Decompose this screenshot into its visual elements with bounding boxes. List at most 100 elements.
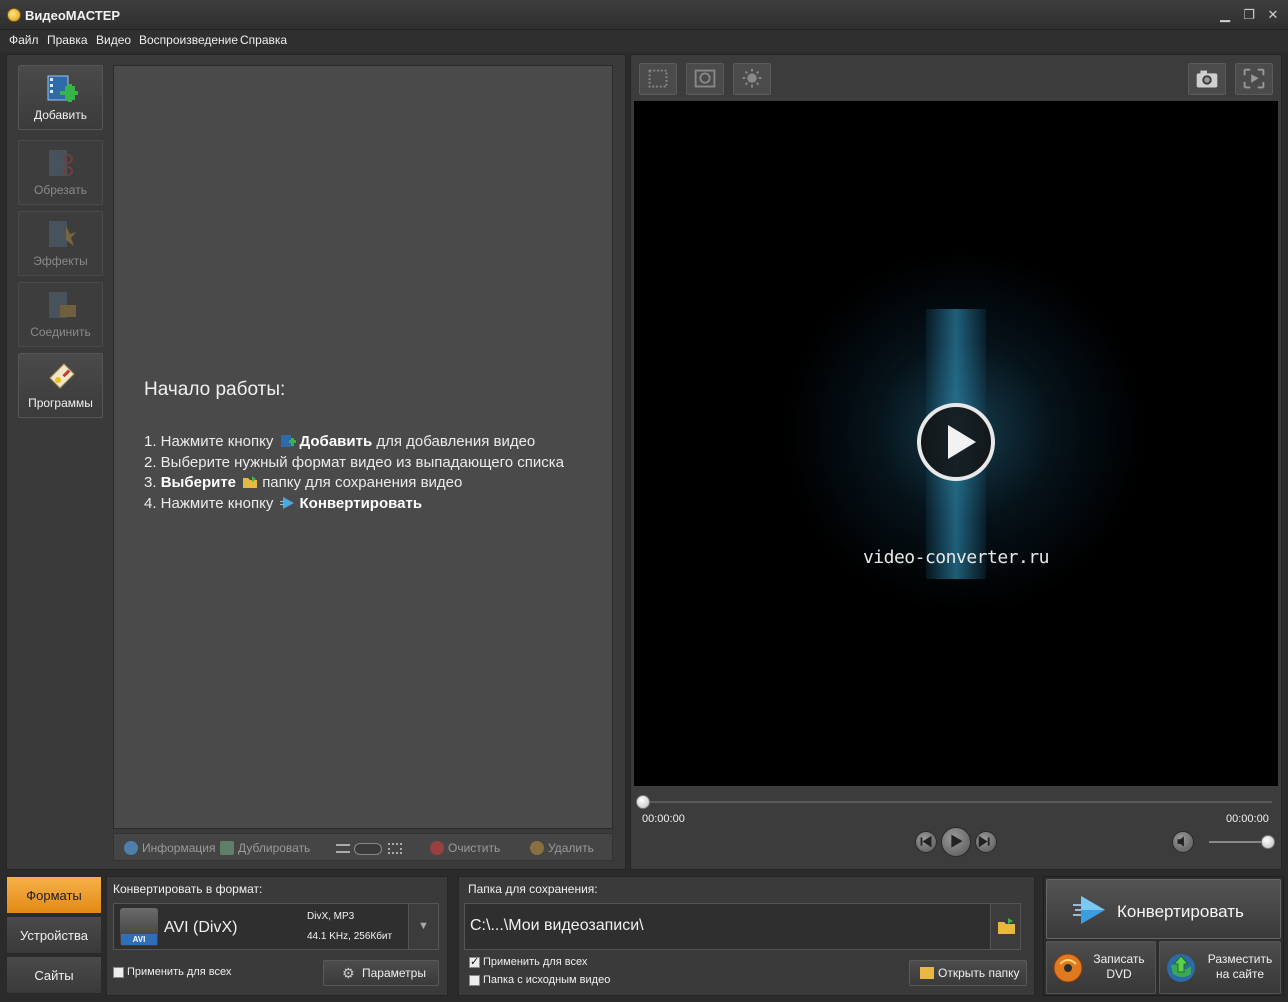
snapshot-button[interactable] xyxy=(1188,63,1226,95)
source-folder-label: Папка с исходным видео xyxy=(483,974,611,986)
seek-bar[interactable] xyxy=(642,801,1272,803)
tab-formats[interactable]: Форматы xyxy=(6,876,102,914)
effects-icon xyxy=(49,221,76,247)
menu-help[interactable]: Справка xyxy=(240,33,287,47)
save-apply-all-checkbox[interactable] xyxy=(469,955,480,968)
seek-knob[interactable] xyxy=(636,795,650,809)
format-icon: AVI xyxy=(120,908,158,946)
camera-icon xyxy=(1196,70,1218,88)
volume-slider[interactable] xyxy=(1209,841,1269,843)
dvd-disc-icon xyxy=(1053,953,1083,983)
format-spec-audio: 44.1 KHz, 256Кбит xyxy=(307,931,393,942)
guide-title: Начало работы: xyxy=(144,379,286,400)
volume-knob[interactable] xyxy=(1261,835,1275,849)
tab-devices[interactable]: Устройства xyxy=(6,916,102,954)
save-path-text: C:\...\Мои видеозаписи\ xyxy=(470,917,644,934)
film-add-icon xyxy=(47,75,78,102)
speaker-icon xyxy=(1177,836,1184,847)
menu-edit[interactable]: Правка xyxy=(47,33,88,47)
format-header: Конвертировать в формат: xyxy=(113,882,263,896)
crop-icon xyxy=(648,69,668,88)
next-frame-button[interactable] xyxy=(975,831,997,853)
globe-upload-icon xyxy=(1167,954,1195,982)
info-button[interactable]: Информация xyxy=(124,841,215,855)
menu-playback[interactable]: Воспроизведение xyxy=(139,33,238,47)
trim-button-label: Обрезать xyxy=(34,183,87,197)
save-apply-all-label: Применить для всех xyxy=(483,956,588,968)
add-button[interactable]: Добавить xyxy=(18,65,103,130)
trim-button[interactable]: Обрезать xyxy=(18,140,103,205)
convert-button[interactable]: Конвертировать xyxy=(1046,879,1281,939)
file-panel: Добавить Обрезать Эффекты Соединить Прог… xyxy=(6,54,626,870)
join-button[interactable]: Соединить xyxy=(18,282,103,347)
stabilize-button[interactable] xyxy=(686,63,724,95)
view-toggle[interactable] xyxy=(336,843,406,855)
volume-button[interactable] xyxy=(1172,831,1194,853)
folder-icon xyxy=(998,918,1015,934)
video-preview[interactable]: video-converter.ru xyxy=(634,101,1278,786)
format-badge: AVI xyxy=(121,934,157,945)
convert-arrow-icon xyxy=(1073,896,1105,924)
fullscreen-icon xyxy=(1243,68,1265,89)
time-current: 00:00:00 xyxy=(642,813,685,825)
prev-frame-button[interactable] xyxy=(915,831,937,853)
effects-button[interactable]: Эффекты xyxy=(18,211,103,276)
minimize-button[interactable]: ▁ xyxy=(1216,6,1234,24)
open-folder-icon xyxy=(920,967,934,979)
close-button[interactable]: ✕ xyxy=(1264,6,1282,24)
menu-bar: Файл Правка Видео Воспроизведение Справк… xyxy=(0,30,1288,52)
guide-step-4: 4. Нажмите кнопку Конвертировать xyxy=(144,495,423,513)
upload-to-site-label: Разместить на сайте xyxy=(1207,952,1273,981)
guide-step-1: 1. Нажмите кнопку Добавить для добавлени… xyxy=(144,433,536,450)
preview-play-icon[interactable] xyxy=(917,403,995,481)
format-apply-all-checkbox[interactable] xyxy=(113,967,124,978)
format-selector[interactable]: AVI AVI (DivX) DivX, MP3 44.1 KHz, 256Кб… xyxy=(113,903,439,950)
guide-step-2: 2. Выберите нужный формат видео из выпад… xyxy=(144,453,564,471)
save-header: Папка для сохранения: xyxy=(468,882,598,896)
brightness-button[interactable] xyxy=(733,63,771,95)
convert-panel: Конвертировать Записать DVD Разместить на … xyxy=(1043,876,1284,996)
maximize-button[interactable]: ❐ xyxy=(1240,6,1258,24)
save-panel: Папка для сохранения: C:\...\Мои видеоза… xyxy=(458,876,1035,996)
folder-icon xyxy=(243,476,258,489)
play-icon xyxy=(951,834,963,848)
clear-button[interactable]: Очистить xyxy=(430,841,500,855)
save-path-field[interactable]: C:\...\Мои видеозаписи\ xyxy=(464,903,1021,950)
list-view-icon xyxy=(336,844,350,853)
window-title: ВидеоМАСТЕР xyxy=(25,8,121,23)
list-toolbar: Информация Дублировать Очистить Удалить xyxy=(113,833,613,861)
guide-step-3: 3. Выберите папку для сохранения видео xyxy=(144,474,463,492)
duplicate-icon xyxy=(220,841,234,855)
guide-steps: 1. Нажмите кнопку Добавить для добавлени… xyxy=(144,432,564,515)
file-list[interactable]: Начало работы: 1. Нажмите кнопку Добавит… xyxy=(113,65,613,829)
menu-video[interactable]: Видео xyxy=(96,33,131,47)
clear-icon xyxy=(430,841,444,855)
add-button-label: Добавить xyxy=(33,108,88,122)
play-button[interactable] xyxy=(941,827,971,857)
programs-icon xyxy=(49,363,75,389)
programs-button[interactable]: Программы xyxy=(18,353,103,418)
source-folder-checkbox[interactable] xyxy=(469,975,480,986)
delete-button[interactable]: Удалить xyxy=(530,841,594,855)
upload-to-site-button[interactable]: Разместить на сайте xyxy=(1159,941,1281,994)
duplicate-button[interactable]: Дублировать xyxy=(220,841,310,855)
format-name: AVI (DivX) xyxy=(164,919,238,936)
burn-dvd-label: Записать DVD xyxy=(1093,952,1145,981)
menu-file[interactable]: Файл xyxy=(9,33,39,47)
convert-button-label: Конвертировать xyxy=(1117,902,1244,921)
convert-arrow-icon xyxy=(279,497,294,510)
join-icon xyxy=(49,292,76,318)
fullscreen-button[interactable] xyxy=(1235,63,1273,95)
view-switch[interactable] xyxy=(354,843,382,855)
open-folder-button[interactable]: Открыть папку xyxy=(909,960,1027,986)
crop-button[interactable] xyxy=(639,63,677,95)
delete-icon xyxy=(530,841,544,855)
burn-dvd-button[interactable]: Записать DVD xyxy=(1046,941,1156,994)
format-dropdown-arrow[interactable]: ▼ xyxy=(408,904,438,949)
params-button[interactable]: ⚙ Параметры xyxy=(323,960,439,986)
tab-sites[interactable]: Сайты xyxy=(6,956,102,994)
video-brand-text: video-converter.ru xyxy=(862,547,1050,568)
stabilize-icon xyxy=(694,69,716,88)
join-button-label: Соединить xyxy=(30,325,91,339)
browse-folder-button[interactable] xyxy=(990,904,1020,949)
